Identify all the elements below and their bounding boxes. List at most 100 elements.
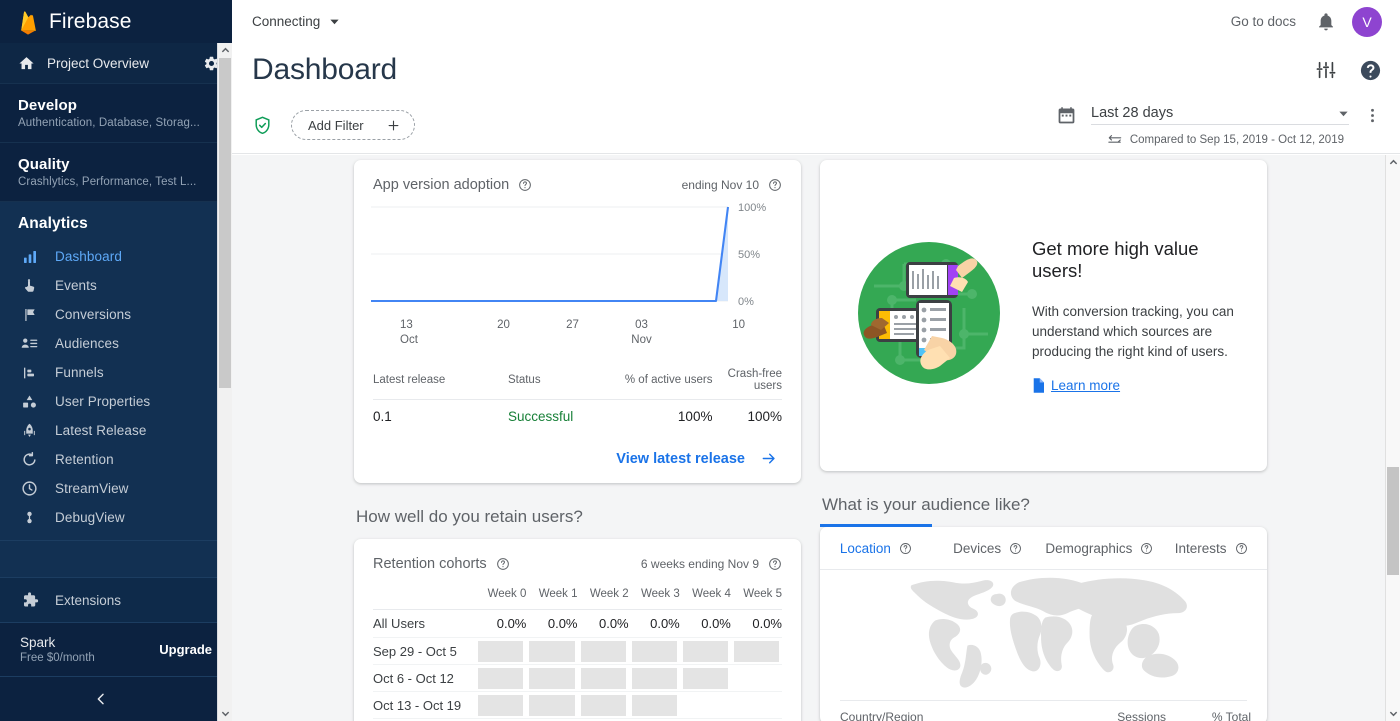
sidebar-section-quality[interactable]: Quality Crashlytics, Performance, Test L… — [0, 143, 232, 202]
calendar-icon — [1056, 105, 1077, 126]
sidebar-item-debugview[interactable]: DebugView — [0, 503, 232, 532]
scroll-down-arrow[interactable] — [218, 706, 232, 721]
firebase-console: Firebase Project Overview Develop Authen… — [0, 0, 1400, 721]
sidebar-section-develop[interactable]: Develop Authentication, Database, Storag… — [0, 84, 232, 143]
x-tick: 10 — [732, 319, 745, 331]
page-title: Dashboard — [252, 53, 397, 86]
scrollbar-thumb[interactable] — [1387, 467, 1399, 575]
scrollbar-thumb[interactable] — [219, 58, 231, 388]
sidebar-item-label: Latest Release — [55, 423, 147, 438]
placeholder-bar — [580, 667, 626, 689]
project-overview-row[interactable]: Project Overview — [0, 43, 232, 84]
help-outline-icon[interactable] — [899, 542, 912, 555]
placeholder-bar — [631, 640, 677, 662]
adoption-chart-svg: 100% 50% 0% — [371, 202, 766, 308]
placeholder-bar — [529, 667, 575, 689]
collapse-sidebar-button[interactable] — [0, 676, 232, 721]
dashboard-grid: App version adoption ending Nov 10 100% … — [232, 155, 1385, 721]
placeholder-bar — [580, 640, 626, 662]
bell-icon[interactable] — [1316, 12, 1336, 32]
sidebar-item-audiences[interactable]: Audiences — [0, 329, 232, 358]
sidebar-scrollbar[interactable] — [217, 43, 232, 721]
cell-placeholder — [730, 664, 782, 692]
sidebar-item-events[interactable]: Events — [0, 271, 232, 300]
cell-placeholder — [730, 637, 782, 665]
help-icon[interactable] — [1359, 59, 1382, 82]
project-overview-label: Project Overview — [47, 55, 150, 71]
cell-placeholder — [577, 664, 629, 692]
sidebar-item-streamview[interactable]: StreamView — [0, 474, 232, 503]
more-vert-icon[interactable] — [1363, 106, 1382, 125]
x-tick: 27 — [566, 319, 579, 331]
world-map[interactable] — [820, 570, 1267, 692]
promo-card: Get more high value users! With conversi… — [820, 160, 1267, 471]
scroll-down-arrow[interactable] — [1386, 706, 1400, 721]
sidebar-item-retention[interactable]: Retention — [0, 445, 232, 474]
avatar[interactable]: V — [1352, 6, 1382, 37]
help-outline-icon[interactable] — [768, 178, 782, 192]
tab-location[interactable]: Location — [820, 524, 932, 570]
tab-interests[interactable]: Interests — [1155, 527, 1267, 570]
tab-devices[interactable]: Devices — [931, 527, 1044, 570]
tab-label: Interests — [1174, 540, 1227, 556]
add-filter-button[interactable]: Add Filter — [291, 110, 415, 140]
top-bar: Connecting Go to docs V — [232, 0, 1400, 43]
tune-icon[interactable] — [1315, 59, 1337, 81]
clock-icon — [20, 480, 39, 497]
view-latest-release-link[interactable]: View latest release — [354, 424, 801, 483]
view-link-label: View latest release — [616, 450, 745, 467]
sidebar-item-extensions[interactable]: Extensions — [0, 577, 232, 622]
chevron-down-icon — [329, 16, 340, 27]
sidebar-item-latest-release[interactable]: Latest Release — [0, 416, 232, 445]
col-week-0: Week 0 — [475, 578, 527, 610]
tab-label: Demographics — [1045, 540, 1133, 556]
sidebar-item-funnels[interactable]: Funnels — [0, 358, 232, 387]
help-outline-icon[interactable] — [496, 557, 510, 571]
cell-placeholder — [475, 664, 527, 692]
promo-body: With conversion tracking, you can unders… — [1032, 304, 1234, 359]
sidebar-item-conversions[interactable]: Conversions — [0, 300, 232, 329]
cell-status: Successful — [507, 409, 574, 424]
help-outline-icon[interactable] — [1140, 542, 1153, 555]
cell-cohort-label: Oct 6 - Oct 12 — [373, 664, 476, 692]
app-version-adoption-card: App version adoption ending Nov 10 100% … — [354, 160, 801, 483]
date-range-select[interactable]: Last 28 days — [1091, 105, 1349, 125]
cell-active-users: 100% — [677, 409, 713, 424]
main-area: Connecting Go to docs V Dashboard Add Fi… — [232, 0, 1400, 721]
sidebar-section-analytics[interactable]: Analytics — [0, 202, 232, 242]
cell-placeholder — [730, 691, 782, 719]
sidebar-item-label: Conversions — [55, 307, 132, 322]
plan-price: Free $0/month — [20, 652, 95, 664]
shapes-icon — [20, 393, 39, 410]
help-outline-icon[interactable] — [1009, 542, 1022, 555]
analytics-title: Analytics — [18, 215, 88, 232]
scroll-up-arrow[interactable] — [218, 43, 232, 58]
tab-demographics[interactable]: Demographics — [1043, 527, 1156, 570]
cell-placeholder — [526, 691, 578, 719]
scroll-up-arrow[interactable] — [1386, 155, 1400, 170]
learn-more-link[interactable]: Learn more — [1051, 378, 1120, 393]
touch-icon — [20, 278, 39, 294]
project-selector[interactable]: Connecting — [252, 14, 340, 29]
go-to-docs-link[interactable]: Go to docs — [1231, 14, 1296, 29]
help-outline-icon[interactable] — [768, 557, 782, 571]
sidebar-item-user-properties[interactable]: User Properties — [0, 387, 232, 416]
sidebar-item-label: User Properties — [55, 394, 151, 409]
svg-text:50%: 50% — [738, 249, 760, 261]
firebase-logo[interactable]: Firebase — [0, 0, 232, 43]
cohort-body: All Users 0.0% 0.0% 0.0% 0.0% 0.0% 0.0% … — [373, 609, 782, 721]
help-outline-icon[interactable] — [518, 178, 532, 192]
date-range-value: Last 28 days — [1091, 105, 1174, 121]
col-sessions: Sessions — [1117, 710, 1166, 721]
col-active-users: % of active users — [622, 362, 713, 400]
bar-chart-icon — [20, 249, 39, 265]
placeholder-bar — [478, 667, 524, 689]
help-outline-icon[interactable] — [1235, 542, 1248, 555]
page-scrollbar[interactable] — [1385, 155, 1400, 721]
upgrade-button[interactable]: Upgrade — [159, 642, 212, 657]
table-header-row: Latest release Status % of active users … — [373, 362, 782, 400]
sidebar-item-label: DebugView — [55, 510, 125, 525]
sidebar-item-dashboard[interactable]: Dashboard — [0, 242, 232, 271]
flag-icon — [20, 307, 39, 323]
connecting-label: Connecting — [252, 14, 321, 29]
